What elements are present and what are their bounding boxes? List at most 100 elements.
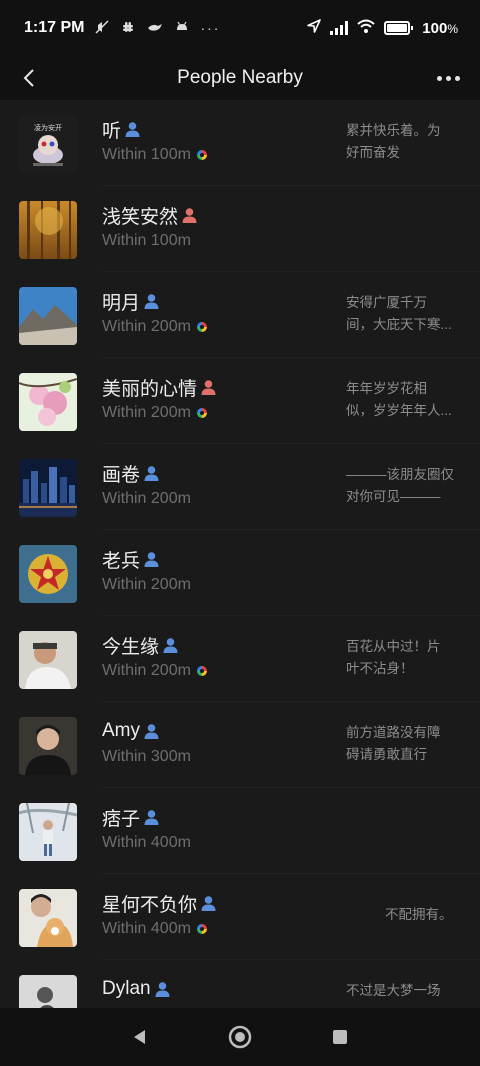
person-item[interactable]: 痞子 Within 400m [0, 788, 480, 874]
bird-icon [146, 19, 164, 38]
person-signature: 年年岁岁花相 似，岁岁年年人... [346, 378, 462, 422]
avatar[interactable] [19, 803, 77, 861]
male-icon [143, 465, 160, 482]
battery-icon [384, 21, 414, 35]
person-name: 美丽的心情 [102, 378, 198, 400]
avatar-text: 凌为安开 [34, 123, 62, 132]
person-name: 画卷 [102, 464, 141, 486]
person-distance: Within 200m [102, 662, 191, 679]
person-item[interactable]: 浅笑安然 Within 100m [0, 186, 480, 272]
avatar[interactable] [19, 889, 77, 947]
person-item[interactable]: Amy Within 300m 前方道路没有障 碍请勇敢直行 [0, 702, 480, 788]
person-name: Dylan [102, 978, 151, 999]
person-signature: 安得广厦千万 间，大庇天下寒... [346, 292, 462, 336]
person-info: Amy Within 300m [102, 717, 191, 766]
android-icon [174, 19, 190, 38]
signature-line: 百花从中过！片 [346, 639, 441, 654]
person-distance: Within 100m [102, 232, 191, 249]
male-icon [200, 895, 217, 912]
person-distance: Within 400m [102, 834, 191, 851]
person-distance: Within 200m [102, 576, 191, 593]
person-distance: Within 200m [102, 404, 191, 421]
system-home-button[interactable] [225, 1022, 255, 1052]
person-name: 听 [102, 120, 122, 142]
signature-line: 年年岁岁花相 [346, 381, 427, 396]
system-recents-button[interactable] [325, 1022, 355, 1052]
person-name: 老兵 [102, 550, 141, 572]
person-name: 浅笑安然 [102, 206, 179, 228]
person-signature: 前方道路没有障 碍请勇敢直行 [346, 722, 462, 766]
more-dot-icon [454, 75, 460, 81]
person-item[interactable]: 凌为安开 听 Within 100m 累并快乐着。为 好而奋发 [0, 100, 480, 186]
person-name: 今生缘 [102, 636, 160, 658]
signature-line: 安得广厦千万 [346, 295, 427, 310]
mute-icon [94, 19, 110, 38]
person-name: 痞子 [102, 808, 141, 830]
person-item[interactable]: 星何不负你 Within 400m 不配拥有。 [0, 874, 480, 960]
moments-icon [196, 666, 207, 676]
person-item[interactable]: 美丽的心情 Within 200m 年年岁岁花相 似，岁岁年年人... [0, 358, 480, 444]
female-icon [181, 207, 198, 224]
person-signature: 不过是大梦一场 [346, 980, 462, 1002]
person-name: 星何不负你 [102, 894, 198, 916]
moments-icon [196, 150, 207, 160]
person-info: 星何不负你 Within 400m [102, 889, 217, 938]
signature-line: 不过是大梦一场 [346, 983, 441, 998]
male-icon [143, 723, 160, 740]
avatar[interactable] [19, 373, 77, 431]
male-icon [124, 121, 141, 138]
triangle-back-icon [134, 1030, 145, 1044]
signature-line: 叶不沾身！ [346, 661, 414, 676]
back-button[interactable] [12, 60, 48, 96]
avatar[interactable] [19, 545, 77, 603]
person-item[interactable]: Dylan 不过是大梦一场 [0, 960, 480, 1008]
location-icon [306, 18, 322, 38]
signature-line: 前方道路没有障 [346, 725, 441, 740]
system-back-button[interactable] [125, 1022, 155, 1052]
person-item[interactable]: 老兵 Within 200m [0, 530, 480, 616]
avatar[interactable]: 凌为安开 [19, 115, 77, 173]
more-dot-icon [445, 75, 451, 81]
person-name: 明月 [102, 292, 141, 314]
person-info: 老兵 Within 200m [102, 545, 191, 594]
signature-line: 碍请勇敢直行 [346, 747, 427, 762]
avatar[interactable] [19, 717, 77, 775]
person-distance: Within 400m [102, 920, 191, 937]
male-icon [143, 809, 160, 826]
signal-icon [330, 21, 349, 35]
signature-line: 累并快乐着。为 [346, 123, 441, 138]
chevron-left-icon [23, 69, 34, 87]
top-nav-bar: People Nearby [0, 56, 480, 100]
person-item[interactable]: 明月 Within 200m 安得广厦千万 间，大庇天下寒... [0, 272, 480, 358]
moments-icon [196, 408, 207, 418]
status-bar: 1:17 PM ··· 100% [0, 0, 480, 56]
system-nav-bar [0, 1008, 480, 1066]
avatar[interactable] [19, 975, 77, 1008]
male-icon [154, 981, 171, 998]
person-signature: 累并快乐着。为 好而奋发 [346, 120, 462, 164]
person-signature: 不配拥有。 [385, 904, 465, 926]
person-info: Dylan [102, 975, 171, 1003]
more-notifications-icon: ··· [200, 20, 221, 36]
more-options-button[interactable] [432, 64, 464, 92]
avatar[interactable] [19, 287, 77, 345]
person-info: 美丽的心情 Within 200m [102, 373, 217, 422]
square-recents-icon [333, 1030, 347, 1044]
person-info: 浅笑安然 Within 100m [102, 201, 198, 250]
avatar[interactable] [19, 631, 77, 689]
status-time: 1:17 PM [24, 19, 85, 36]
person-distance: Within 100m [102, 146, 191, 163]
person-distance: Within 300m [102, 748, 191, 765]
signature-line: ———该朋友圈仅 [346, 467, 454, 482]
person-name: Amy [102, 720, 140, 741]
avatar[interactable] [19, 459, 77, 517]
avatar[interactable] [19, 201, 77, 259]
person-info: 明月 Within 200m [102, 287, 207, 336]
person-signature: 百花从中过！片 叶不沾身！ [346, 636, 462, 680]
slack-icon [120, 19, 136, 38]
female-icon [200, 379, 217, 396]
person-item[interactable]: 画卷 Within 200m ———该朋友圈仅 对你可见——— [0, 444, 480, 530]
moments-icon [196, 924, 207, 934]
person-item[interactable]: 今生缘 Within 200m 百花从中过！片 叶不沾身！ [0, 616, 480, 702]
person-info: 听 Within 100m [102, 115, 207, 164]
